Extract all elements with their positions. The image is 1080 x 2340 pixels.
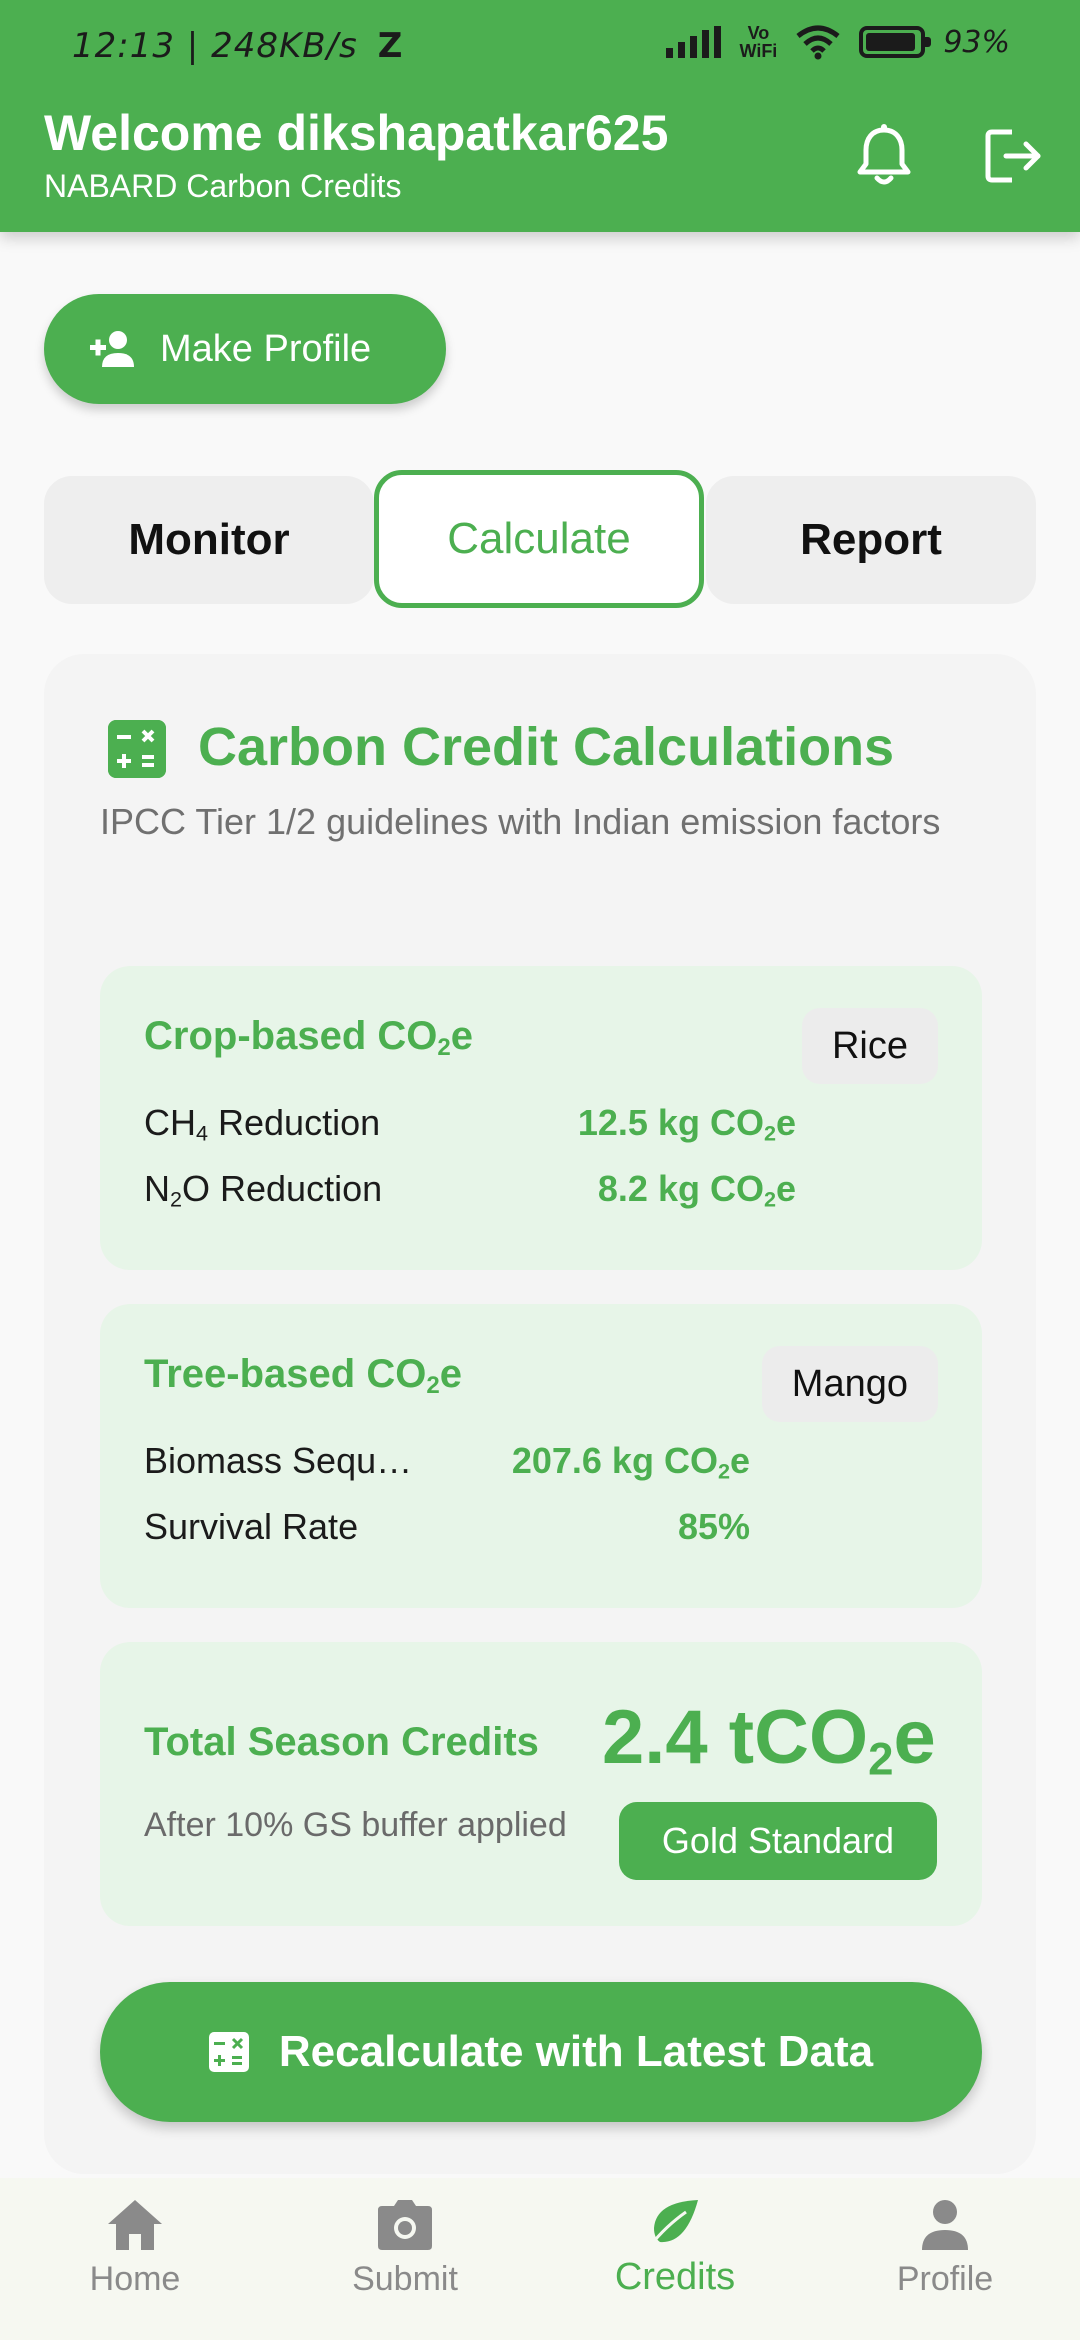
calculator-icon — [108, 720, 166, 778]
nav-home[interactable]: Home — [35, 2198, 235, 2299]
ch4-value: 12.5 kg CO2e — [577, 1102, 796, 1146]
status-bar: 12:13 | 248KB/s Z Vo WiFi 93% — [0, 0, 1080, 100]
survival-rate-value: 85% — [677, 1506, 750, 1547]
status-left: 12:13 | 248KB/s Z — [72, 26, 404, 66]
n2o-value: 8.2 kg CO2e — [597, 1168, 796, 1212]
crop-card-title: Crop-based CO2e — [144, 1014, 473, 1061]
crop-based-card: Crop-based CO2e Rice CH4 Reduction 12.5 … — [100, 966, 982, 1270]
battery-percent: 93% — [943, 24, 1010, 60]
nav-profile-label: Profile — [896, 2260, 994, 2298]
wifi-icon — [796, 25, 840, 60]
network-speed: 248KB/s — [211, 26, 358, 66]
recalculate-button[interactable]: Recalculate with Latest Data — [100, 1982, 982, 2122]
tree-based-card: Tree-based CO2e Mango Biomass Sequ… 207.… — [100, 1304, 982, 1608]
biomass-label: Biomass Sequ… — [144, 1440, 413, 1481]
bottom-navigation: Home Submit Credits Profile — [0, 2178, 1080, 2340]
nav-submit[interactable]: Submit — [305, 2198, 505, 2299]
calculator-icon — [208, 2032, 249, 2072]
buffer-note: After 10% GS buffer applied — [144, 1806, 567, 1844]
make-profile-button[interactable]: Make Profile — [44, 294, 446, 404]
camera-icon — [378, 2200, 432, 2250]
logout-icon[interactable] — [982, 124, 1046, 188]
card-subtitle: IPCC Tier 1/2 guidelines with Indian emi… — [100, 801, 941, 842]
crop-type-chip[interactable]: Rice — [801, 1008, 938, 1084]
nav-credits-label: Credits — [614, 2256, 736, 2298]
total-credits-card: Total Season Credits 2.4 tCO2e After 10%… — [100, 1642, 982, 1926]
n2o-label: N2O Reduction — [144, 1168, 383, 1212]
nav-credits[interactable]: Credits — [575, 2198, 775, 2299]
status-right: Vo WiFi 93% — [666, 24, 1010, 60]
app-subtitle: NABARD Carbon Credits — [44, 168, 402, 204]
tab-calculate[interactable]: Calculate — [374, 470, 704, 608]
carrier-badge: Z — [377, 26, 404, 66]
welcome-title: Welcome dikshapatkar625 — [44, 105, 669, 161]
leaf-icon — [648, 2200, 698, 2247]
app-header: 12:13 | 248KB/s Z Vo WiFi 93% Welcome dik… — [0, 0, 1080, 232]
gold-standard-badge: Gold Standard — [619, 1802, 937, 1880]
survival-rate-label: Survival Rate — [144, 1506, 359, 1547]
bell-icon[interactable] — [854, 124, 914, 188]
signal-icon — [666, 26, 722, 58]
status-time: 12:13 — [72, 26, 175, 66]
nav-profile[interactable]: Profile — [845, 2198, 1045, 2299]
ch4-label: CH4 Reduction — [144, 1102, 381, 1146]
calculation-card: Carbon Credit Calculations IPCC Tier 1/2… — [44, 654, 1036, 2174]
tab-monitor[interactable]: Monitor — [44, 476, 374, 604]
home-icon — [108, 2200, 162, 2250]
nav-submit-label: Submit — [352, 2260, 458, 2298]
total-credits-title: Total Season Credits — [144, 1720, 539, 1764]
tree-card-title: Tree-based CO2e — [144, 1352, 462, 1399]
vowifi-label: Vo WiFi — [739, 23, 778, 61]
biomass-value: 207.6 kg CO2e — [511, 1440, 750, 1484]
card-title: Carbon Credit Calculations — [198, 717, 895, 777]
recalculate-label: Recalculate with Latest Data — [278, 2027, 874, 2076]
tab-report[interactable]: Report — [706, 476, 1036, 604]
battery-icon — [859, 26, 932, 58]
person-icon — [922, 2200, 968, 2250]
tree-type-chip[interactable]: Mango — [761, 1346, 938, 1422]
add-person-icon — [90, 331, 134, 367]
total-credits-value: 2.4 tCO2e — [602, 1695, 936, 1785]
make-profile-label: Make Profile — [160, 327, 372, 370]
nav-home-label: Home — [89, 2260, 181, 2298]
